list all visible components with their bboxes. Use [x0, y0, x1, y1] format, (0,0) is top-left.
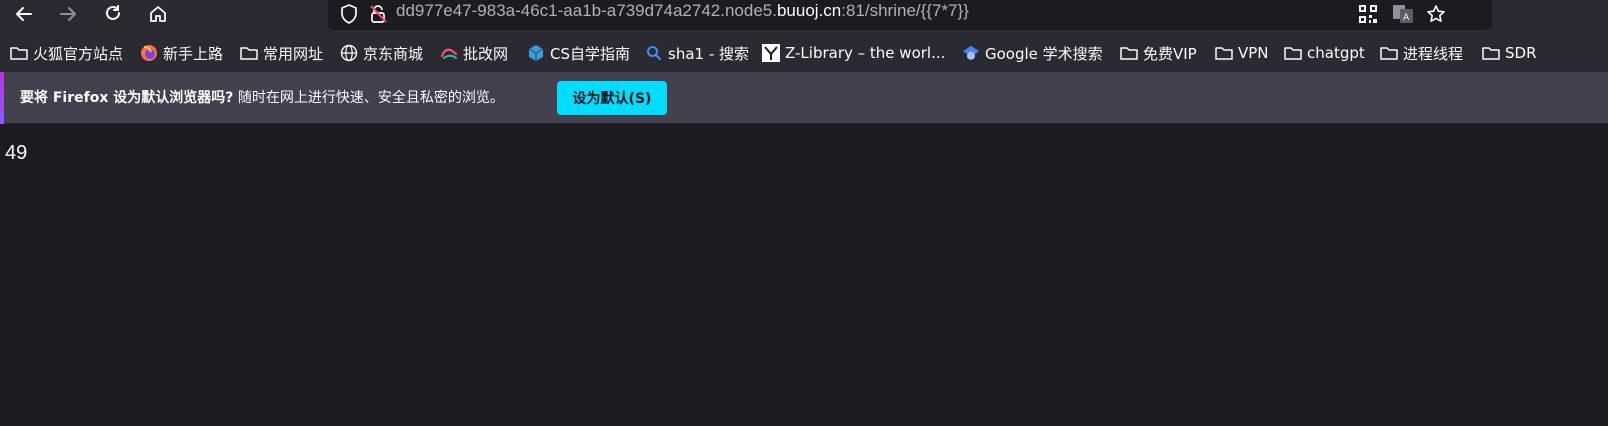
search-icon [645, 44, 663, 62]
reload-button[interactable] [97, 0, 129, 28]
url-suffix: :81/shrine/{{7*7}} [841, 1, 969, 20]
home-icon [148, 4, 168, 24]
browser-toolbar: dd977e47-983a-46c1-aa1b-a739d74a2742.nod… [0, 0, 1608, 34]
translate-icon[interactable]: A [1392, 0, 1414, 28]
folder-icon [240, 44, 258, 62]
url-domain: buuoj.cn [776, 1, 842, 20]
home-button[interactable] [142, 0, 174, 28]
forward-button[interactable] [52, 0, 84, 28]
url-text[interactable]: dd977e47-983a-46c1-aa1b-a739d74a2742.nod… [396, 0, 969, 24]
bookmark-star-icon[interactable] [1426, 0, 1446, 28]
notification-accent-bar [0, 72, 4, 124]
bookmark-item[interactable]: VPN [1215, 34, 1269, 72]
bookmark-label: 火狐官方站点 [33, 44, 124, 63]
bookmark-item[interactable]: Google 学术搜索 [962, 34, 1103, 72]
bookmark-label: sha1 - 搜索 [668, 44, 750, 63]
bookmark-label: CS自学指南 [550, 44, 630, 63]
arrow-left-icon [14, 4, 34, 24]
folder-icon [1482, 44, 1500, 62]
bookmark-item[interactable]: sha1 - 搜索 [645, 34, 749, 72]
notification-bold-text: 要将 Firefox 设为默认浏览器吗? [20, 90, 234, 106]
qr-code-icon[interactable] [1358, 0, 1378, 28]
bookmark-item[interactable]: 新手上路 [140, 34, 223, 72]
shield-icon[interactable] [340, 0, 358, 28]
folder-icon [1120, 44, 1138, 62]
bookmark-item[interactable]: Z-Library – the worl... [762, 34, 945, 72]
firefox-icon [140, 44, 158, 62]
bookmark-label: 新手上路 [163, 44, 224, 63]
arrow-right-icon [58, 4, 78, 24]
page-content: 49 [0, 125, 1608, 426]
bookmark-item[interactable]: 常用网址 [240, 34, 323, 72]
cube-icon [527, 44, 545, 62]
bookmark-item[interactable]: chatgpt [1284, 34, 1365, 72]
default-browser-notification: 要将 Firefox 设为默认浏览器吗? 随时在网上进行快速、安全且私密的浏览。… [0, 72, 1608, 124]
back-button[interactable] [8, 0, 40, 28]
bookmark-label: VPN [1238, 44, 1269, 62]
notification-text: 随时在网上进行快速、安全且私密的浏览。 [233, 90, 504, 106]
folder-icon [1284, 44, 1302, 62]
page-output-text: 49 [5, 142, 28, 164]
pigai-icon [440, 44, 458, 62]
bookmarks-toolbar: 火狐官方站点 新手上路 常用网址 京东商城 批改网 CS自学指南 sha1 - … [0, 34, 1608, 72]
bookmark-item[interactable]: CS自学指南 [527, 34, 630, 72]
bookmark-label: 常用网址 [263, 44, 324, 63]
notification-message: 要将 Firefox 设为默认浏览器吗? 随时在网上进行快速、安全且私密的浏览。 [20, 72, 504, 124]
bookmark-label: chatgpt [1307, 44, 1365, 62]
bookmark-label: SDR [1505, 44, 1537, 62]
folder-icon [10, 44, 28, 62]
svg-text:A: A [1403, 13, 1410, 23]
scholar-icon [962, 44, 980, 62]
bookmark-item[interactable]: 进程线程 [1380, 34, 1463, 72]
globe-icon [340, 44, 358, 62]
bookmark-item[interactable]: 免费VIP [1120, 34, 1197, 72]
bookmark-label: Google 学术搜索 [985, 44, 1103, 63]
url-prefix: dd977e47-983a-46c1-aa1b-a739d74a2742.nod… [396, 1, 777, 20]
bookmark-item[interactable]: 京东商城 [340, 34, 423, 72]
reload-icon [103, 4, 123, 24]
url-bar[interactable]: dd977e47-983a-46c1-aa1b-a739d74a2742.nod… [328, 0, 1492, 30]
bookmark-label: 批改网 [463, 44, 509, 63]
insecure-lock-icon[interactable] [368, 0, 388, 28]
bookmark-item[interactable]: 批改网 [440, 34, 508, 72]
set-default-button[interactable]: 设为默认(S) [557, 81, 667, 115]
bookmark-item[interactable]: 火狐官方站点 [10, 34, 123, 72]
folder-icon [1215, 44, 1233, 62]
bookmark-label: 京东商城 [363, 44, 424, 63]
bookmark-label: 免费VIP [1143, 44, 1197, 63]
zlibrary-icon [762, 44, 780, 62]
bookmark-label: 进程线程 [1403, 44, 1464, 63]
bookmark-item[interactable]: SDR [1482, 34, 1537, 72]
bookmark-label: Z-Library – the worl... [785, 44, 946, 62]
folder-icon [1380, 44, 1398, 62]
